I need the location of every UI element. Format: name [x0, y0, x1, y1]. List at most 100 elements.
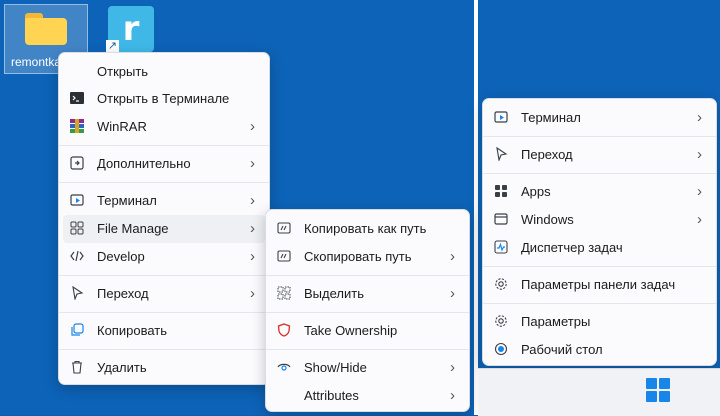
- menu-item-open[interactable]: Открыть: [63, 58, 265, 86]
- menu-separator: [483, 303, 716, 304]
- path-icon: [276, 249, 292, 265]
- context-menu-main: Открыть Открыть в Терминале WinRAR › Доп…: [58, 52, 270, 385]
- taskbar-menu-item-terminal[interactable]: Терминал ›: [487, 104, 712, 132]
- taskbar-menu-item-settings[interactable]: Параметры: [487, 308, 712, 336]
- menu-item-label: Копировать: [97, 323, 167, 338]
- chevron-right-icon: ›: [250, 220, 255, 237]
- task-manager-icon: [493, 240, 509, 256]
- menu-item-label: Attributes: [304, 388, 359, 403]
- menu-separator: [59, 349, 269, 350]
- menu-item-delete[interactable]: Удалить: [63, 354, 265, 382]
- menu-separator: [59, 312, 269, 313]
- menu-separator: [483, 136, 716, 137]
- chevron-right-icon: ›: [697, 211, 702, 228]
- taskbar-menu-item-windows[interactable]: Windows ›: [487, 206, 712, 234]
- menu-separator: [266, 275, 469, 276]
- menu-item-terminal[interactable]: Терминал ›: [63, 187, 265, 215]
- menu-item-more[interactable]: Дополнительно ›: [63, 150, 265, 178]
- menu-item-label: Скопировать путь: [304, 249, 412, 264]
- copy-icon: [69, 323, 85, 339]
- chevron-right-icon: ›: [250, 192, 255, 209]
- chevron-right-icon: ›: [697, 183, 702, 200]
- windows-icon: [493, 212, 509, 228]
- app-logo-icon: r: [122, 9, 140, 49]
- menu-item-label: Apps: [521, 184, 551, 199]
- start-button-windows-icon[interactable]: [646, 378, 670, 402]
- menu-item-label: Открыть в Терминале: [97, 91, 230, 106]
- context-submenu-file-manage: Копировать как путь Скопировать путь › В…: [265, 209, 470, 412]
- taskbar-menu-item-desktop[interactable]: Рабочий стол: [487, 336, 712, 364]
- taskbar-menu-item-task-manager[interactable]: Диспетчер задач: [487, 234, 712, 262]
- folder-icon: [25, 13, 67, 45]
- menu-item-label: WinRAR: [97, 119, 147, 134]
- menu-item-label: Переход: [97, 286, 149, 301]
- menu-item-label: Windows: [521, 212, 574, 227]
- chevron-right-icon: ›: [450, 285, 455, 302]
- menu-item-label: Открыть: [97, 64, 149, 79]
- menu-item-develop[interactable]: Develop ›: [63, 243, 265, 271]
- chevron-right-icon: ›: [450, 387, 455, 404]
- chevron-right-icon: ›: [450, 248, 455, 265]
- menu-item-label: Терминал: [97, 193, 157, 208]
- menu-item-label: Выделить: [304, 286, 364, 301]
- submenu-item-select[interactable]: Выделить ›: [270, 280, 465, 308]
- chevron-right-icon: ›: [450, 359, 455, 376]
- gear-icon: [493, 314, 509, 330]
- menu-separator: [59, 145, 269, 146]
- chevron-right-icon: ›: [250, 155, 255, 172]
- menu-item-label: Show/Hide: [304, 360, 367, 375]
- taskbar-menu-item-taskbar-settings[interactable]: Параметры панели задач: [487, 271, 712, 299]
- taskbar: [478, 368, 720, 416]
- menu-item-winrar[interactable]: WinRAR ›: [63, 113, 265, 141]
- menu-item-open-terminal[interactable]: Открыть в Терминале: [63, 85, 265, 113]
- shield-icon: [276, 323, 292, 339]
- submenu-item-show-hide[interactable]: Show/Hide ›: [270, 354, 465, 382]
- terminal-window-icon: [493, 110, 509, 126]
- menu-item-file-manage[interactable]: File Manage ›: [63, 215, 265, 243]
- screen-divider: [474, 0, 478, 415]
- menu-item-label: Терминал: [521, 110, 581, 125]
- menu-item-label: Диспетчер задач: [521, 240, 623, 255]
- menu-separator: [483, 266, 716, 267]
- menu-separator: [59, 275, 269, 276]
- menu-item-label: Параметры: [521, 314, 591, 329]
- select-icon: [276, 286, 292, 302]
- menu-item-label: Копировать как путь: [304, 221, 427, 236]
- chevron-right-icon: ›: [697, 109, 702, 126]
- menu-separator: [483, 173, 716, 174]
- more-icon: [69, 156, 85, 172]
- submenu-item-take-ownership[interactable]: Take Ownership: [270, 317, 465, 345]
- menu-separator: [266, 312, 469, 313]
- desktop-folder-label: remontka: [11, 55, 62, 69]
- chevron-right-icon: ›: [250, 248, 255, 265]
- menu-item-label: File Manage: [97, 221, 169, 236]
- taskbar-menu-item-apps[interactable]: Apps ›: [487, 178, 712, 206]
- submenu-item-attributes[interactable]: Attributes ›: [270, 382, 465, 410]
- apps-icon: [493, 184, 509, 200]
- menu-separator: [59, 182, 269, 183]
- chevron-right-icon: ›: [250, 285, 255, 302]
- cursor-icon: [493, 146, 509, 163]
- menu-item-goto[interactable]: Переход ›: [63, 280, 265, 308]
- cursor-icon: [69, 285, 85, 302]
- terminal-window-icon: [69, 193, 85, 209]
- eye-icon: [276, 360, 292, 376]
- menu-separator: [266, 349, 469, 350]
- context-menu-taskbar: Терминал › Переход › Apps › Windows › Ди…: [482, 98, 717, 366]
- menu-item-label: Take Ownership: [304, 323, 398, 338]
- menu-item-label: Рабочий стол: [521, 342, 603, 357]
- terminal-icon: [69, 91, 85, 107]
- submenu-item-copy-as-path[interactable]: Копировать как путь: [270, 215, 465, 243]
- chevron-right-icon: ›: [250, 118, 255, 135]
- menu-item-label: Дополнительно: [97, 156, 191, 171]
- menu-item-label: Переход: [521, 147, 573, 162]
- menu-item-label: Develop: [97, 249, 145, 264]
- menu-item-label: Удалить: [97, 360, 147, 375]
- taskbar-menu-item-goto[interactable]: Переход ›: [487, 141, 712, 169]
- menu-item-copy[interactable]: Копировать: [63, 317, 265, 345]
- menu-item-label: Параметры панели задач: [521, 277, 676, 292]
- winrar-icon: [69, 119, 85, 135]
- gear-icon: [493, 277, 509, 293]
- submenu-item-copy-path[interactable]: Скопировать путь ›: [270, 243, 465, 271]
- code-icon: [69, 249, 85, 265]
